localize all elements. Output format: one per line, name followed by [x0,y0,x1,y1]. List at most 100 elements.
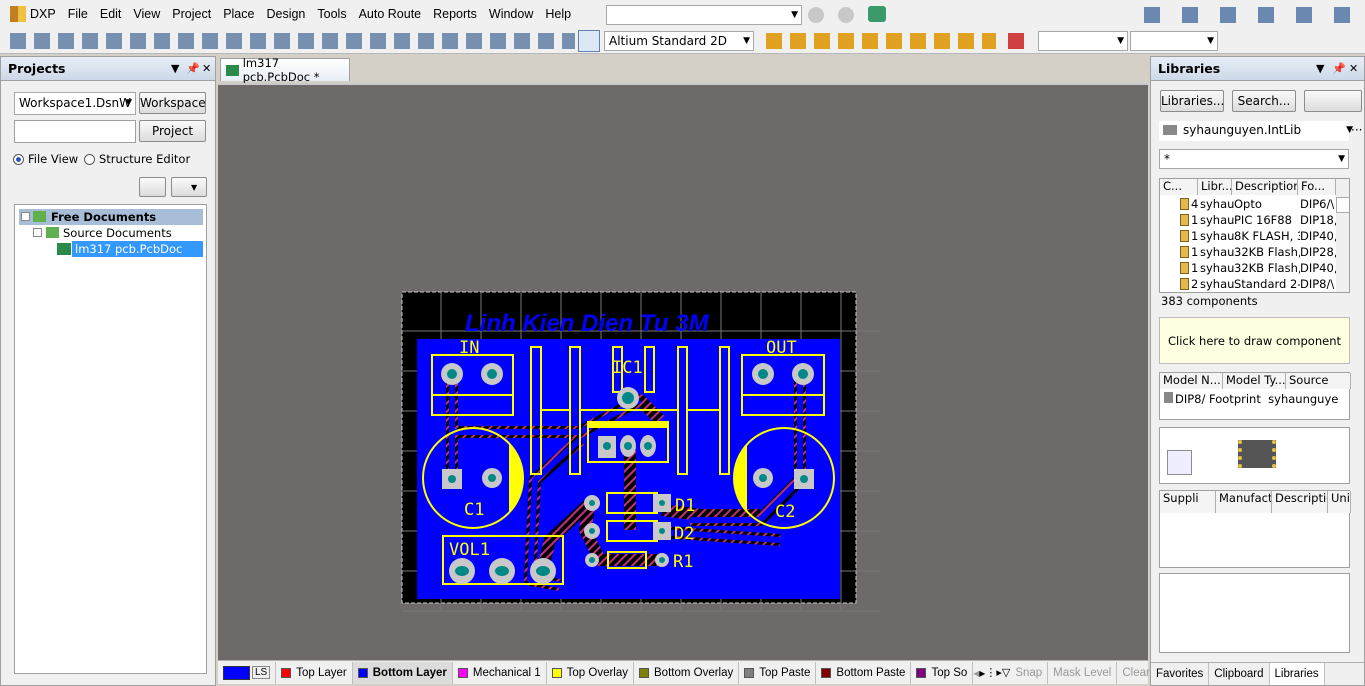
workspace-select[interactable]: Workspace1.DsnW ▼ [14,92,136,115]
model-row[interactable]: DIP8/ Footprint syhaunguye [1164,391,1349,407]
search-button[interactable]: Search... [1232,90,1296,112]
pin-icon[interactable]: 📌 [186,57,200,81]
snap-button[interactable]: Snap [1010,661,1049,684]
panel-menu-icon[interactable]: ▼ [1316,57,1324,81]
component-icon [1180,278,1189,290]
component-row[interactable]: 1 syhau PIC 16F88 DIP18, [1160,212,1336,228]
libraries-panel-header: Libraries ▼ 📌 ✕ [1151,57,1364,81]
tab-clipboard[interactable]: Clipboard [1209,663,1270,685]
collapse-icon[interactable] [33,228,42,237]
col-header[interactable]: Unit [1328,491,1351,513]
layer-tab-top-paste[interactable]: Top Paste [739,661,817,684]
pcb-board[interactable]: Linh Kien Dien Tu 3M IN OUT IC1 C1 C2 D1… [218,83,1148,660]
filter-combo-2[interactable]: ▼ [1130,31,1218,51]
current-layer-indicator[interactable]: LS [218,661,277,684]
place-toolbar-icons[interactable] [766,33,996,49]
panel-menu-icon[interactable]: ▼ [171,57,179,81]
col-header[interactable]: Libr... [1198,179,1232,195]
supplier-details [1159,573,1350,653]
component-icon [1180,198,1189,210]
draw-component-area[interactable]: Click here to draw component [1159,317,1350,364]
toolbar-icons-left[interactable] [10,33,575,49]
compile-icon-button[interactable] [139,177,166,197]
menu-project[interactable]: Project [166,0,217,28]
project-button[interactable]: Project [139,120,206,142]
component-row[interactable]: 4 syhau Opto DIP6/\ [1160,196,1336,212]
col-header[interactable]: C... [1160,179,1198,195]
layer-filter-icon[interactable]: ⋮▸▽ [985,666,1010,679]
component-row[interactable]: 1syhau8K FLASH, 36DIP40, [1160,228,1336,244]
layer-tab-top-solder[interactable]: Top So [911,661,974,684]
tool-icon-button[interactable] [1167,450,1192,475]
footprint-preview [1159,427,1350,484]
menu-help[interactable]: Help [539,0,577,28]
layer-tab-mechanical-1[interactable]: Mechanical 1 [453,661,547,684]
menu-reports[interactable]: Reports [427,0,483,28]
library-icon [1163,125,1177,135]
component-row[interactable]: 1syhau32KB Flash, 2DIP28, [1160,244,1336,260]
menu-dxp[interactable]: DXP [26,0,62,28]
forward-icon[interactable] [838,7,854,23]
filter-combo-1[interactable]: ▼ [1038,31,1128,51]
menu-place[interactable]: Place [217,0,260,28]
col-header[interactable]: Fo... [1298,179,1336,195]
component-row[interactable]: 1syhau32KB Flash, 1DIP40, [1160,260,1336,276]
menu-file[interactable]: File [62,0,94,28]
layer-color-swatch [639,667,649,678]
layer-color-swatch [551,667,562,678]
close-icon[interactable]: ✕ [1349,57,1358,81]
library-select[interactable]: syhaunguyen.IntLib ▼ [1159,121,1353,141]
right-toolbar-icons[interactable] [1144,7,1354,23]
libraries-button[interactable]: Libraries... [1160,90,1224,112]
project-field[interactable] [14,120,136,143]
col-header[interactable]: Model N... [1160,373,1223,389]
col-header[interactable]: Model Ty... [1223,373,1286,389]
layer-tab-bottom-paste[interactable]: Bottom Paste [816,661,912,684]
clear-filter-icon[interactable] [1008,33,1024,49]
project-tree: Free Documents Source Documents lm317 pc… [14,204,207,674]
component-row[interactable]: 2 syhau Standard 2-\ DIP8/\ [1160,276,1336,292]
menu-auto-route[interactable]: Auto Route [353,0,428,28]
home-icon[interactable] [868,6,886,22]
menu-view[interactable]: View [127,0,166,28]
close-icon[interactable]: ✕ [202,57,211,81]
workspace-button[interactable]: Workspace [139,92,206,114]
label-d2: D2 [674,524,694,544]
layer-tab-bottom-overlay[interactable]: Bottom Overlay [634,661,740,684]
mask-level-button[interactable]: Mask Level [1048,661,1118,684]
menu-tools[interactable]: Tools [311,0,352,28]
menu-window[interactable]: Window [483,0,539,28]
tab-libraries[interactable]: Libraries [1269,663,1325,685]
layer-tab-top-overlay[interactable]: Top Overlay [547,661,634,684]
layer-tab-bottom-layer[interactable]: Bottom Layer [352,661,453,684]
label-vol1: VOL1 [449,540,490,560]
tree-file-pcb[interactable]: lm317 pcb.PcbDoc [72,241,203,257]
radio-structure-editor[interactable]: Structure Editor [84,152,190,166]
list-scrollbar[interactable] [1336,179,1349,292]
view-mode-select[interactable]: Altium Standard 2D ▼ [604,31,754,51]
pin-icon[interactable]: 📌 [1332,57,1346,81]
document-tab[interactable]: lm317 pcb.PcbDoc * [220,56,350,84]
col-header[interactable]: Source [1286,373,1351,389]
collapse-icon[interactable] [21,212,30,221]
components-list[interactable]: C... Libr... Description Fo... 4 syhau Opt… [1159,178,1350,293]
board-insight-icon[interactable] [578,30,600,52]
menu-design[interactable]: Design [260,0,311,28]
col-header[interactable]: Description [1232,179,1298,195]
col-header[interactable]: Suppli [1160,491,1216,513]
radio-file-view[interactable]: File View [13,152,78,166]
col-header[interactable]: Descriptic [1272,491,1328,513]
col-header[interactable]: Manufact [1216,491,1272,513]
path-combo[interactable]: ▼ [606,5,802,25]
pcb-canvas[interactable]: Linh Kien Dien Tu 3M IN OUT IC1 C1 C2 D1… [218,83,1148,660]
tree-folder[interactable]: Source Documents [63,225,172,241]
tab-favorites[interactable]: Favorites [1151,663,1210,685]
tree-root[interactable]: Free Documents [19,209,203,225]
menu-edit[interactable]: Edit [94,0,128,28]
more-icon[interactable]: ··· [1351,123,1362,137]
options-icon-button[interactable]: ▼ [171,177,207,197]
back-icon[interactable] [808,7,824,23]
filter-input[interactable]: * ▼ [1159,149,1349,169]
layer-tab-top-layer[interactable]: Top Layer [276,661,353,684]
place-button[interactable] [1304,90,1362,112]
